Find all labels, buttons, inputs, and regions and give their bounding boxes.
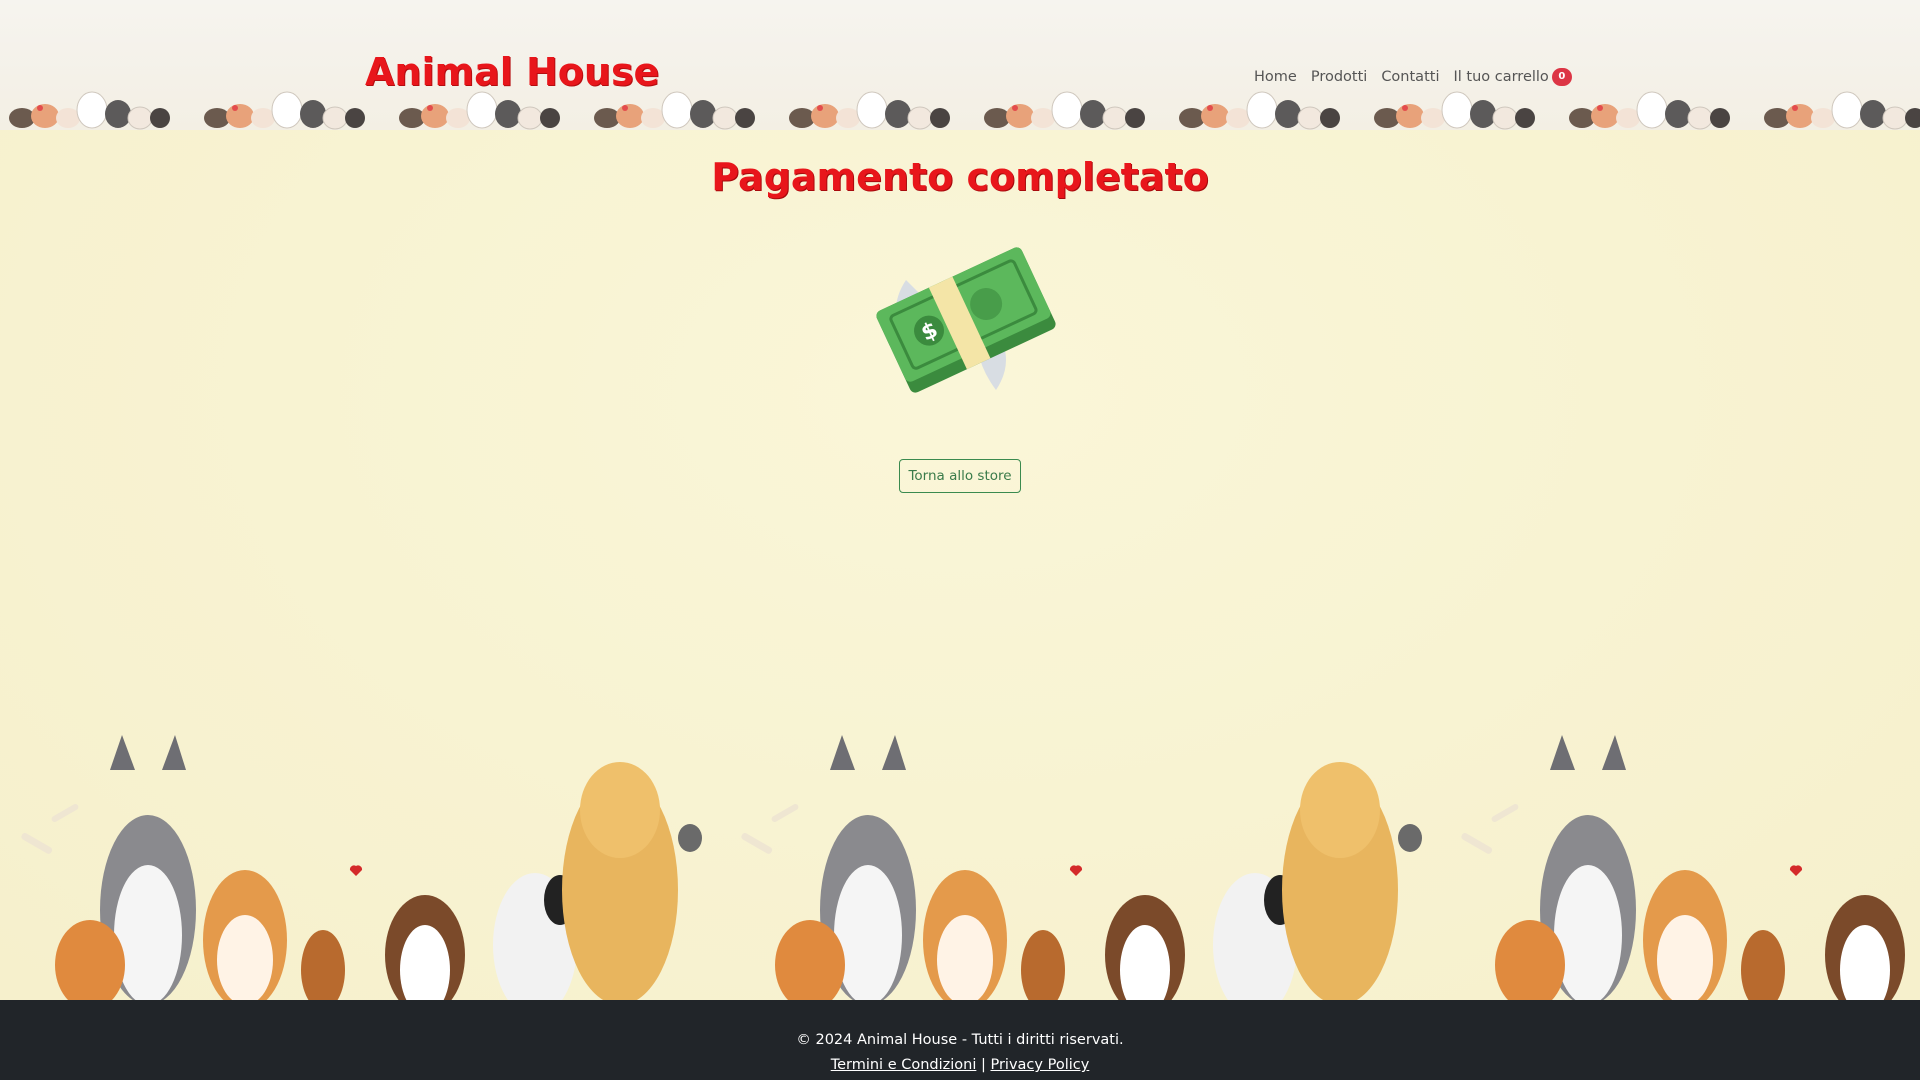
copyright-text: © 2024 Animal House - Tutti i diritti ri… [796, 1032, 1124, 1048]
page-title: Pagamento completato [711, 155, 1209, 199]
nav-products-link[interactable]: Prodotti [1311, 69, 1367, 85]
main-content: Pagamento completato $ Torna allo store [0, 130, 1920, 1000]
cats-banner-illustration [9, 91, 1920, 130]
terms-link[interactable]: Termini e Condizioni [831, 1057, 977, 1073]
nav-home-link[interactable]: Home [1254, 69, 1297, 85]
money-with-wings-icon: $ [876, 247, 1056, 393]
privacy-link[interactable]: Privacy Policy [990, 1057, 1089, 1073]
footer-links: Termini e Condizioni | Privacy Policy [0, 1057, 1920, 1073]
back-to-store-button[interactable]: Torna allo store [899, 459, 1021, 493]
site-header: Animal House Home Prodotti Contatti Il t… [0, 0, 1920, 130]
brand-logo[interactable]: Animal House [365, 50, 659, 94]
nav-cart-link[interactable]: Il tuo carrello 0 [1453, 68, 1572, 86]
nav-contacts-link[interactable]: Contatti [1381, 69, 1439, 85]
site-footer: © 2024 Animal House - Tutti i diritti ri… [0, 1000, 1920, 1080]
footer-separator: | [980, 1057, 986, 1073]
dogs-illustration [21, 735, 1920, 1000]
cart-count-badge: 0 [1551, 68, 1572, 86]
main-nav: Home Prodotti Contatti Il tuo carrello 0 [1254, 68, 1572, 86]
cart-label: Il tuo carrello [1453, 69, 1549, 85]
